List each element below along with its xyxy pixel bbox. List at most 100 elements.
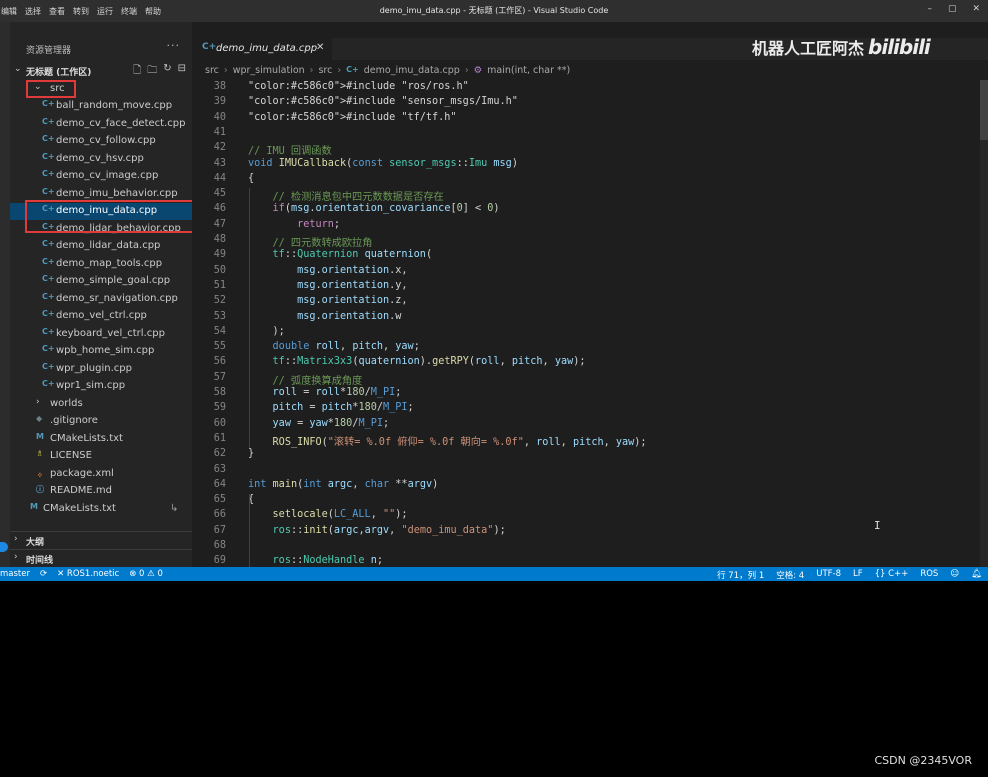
code-line[interactable]: 42 // IMU 回调函数 bbox=[192, 142, 988, 157]
new-folder-icon[interactable]: 🗀 bbox=[147, 63, 157, 80]
code-line[interactable]: 64 int main(int argc, char **argv) bbox=[192, 479, 988, 494]
maximize-icon[interactable]: ▢ bbox=[948, 4, 957, 14]
tree-file[interactable]: C+ demo_cv_image.cpp bbox=[10, 168, 192, 185]
code-text: double roll, pitch, yaw; bbox=[272, 341, 420, 353]
outline-panel-header[interactable]: › 大纲 bbox=[10, 531, 192, 550]
language-mode[interactable]: {} C++ bbox=[875, 569, 909, 581]
line-number: 51 bbox=[213, 279, 226, 291]
code-line[interactable]: 62} bbox=[192, 448, 988, 463]
line-number: 43 bbox=[213, 157, 226, 169]
code-line[interactable]: 38 "color:#c586c0">#include "ros/ros.h" bbox=[192, 81, 988, 96]
tree-file[interactable]: ♗ LICENSE bbox=[10, 448, 192, 465]
breadcrumb-item[interactable]: src bbox=[205, 65, 219, 79]
close-icon[interactable]: ✕ bbox=[972, 4, 980, 14]
code-line[interactable]: 55 double roll, pitch, yaw; bbox=[192, 341, 988, 356]
cursor-position[interactable]: 行 71，列 1 bbox=[717, 569, 764, 581]
tree-file[interactable]: C+ demo_cv_follow.cpp bbox=[10, 133, 192, 150]
close-tab-icon[interactable]: ✕ bbox=[316, 42, 324, 53]
code-line[interactable]: 60 yaw = yaw*180/M_PI; bbox=[192, 418, 988, 433]
tree-file[interactable]: ⓘ README.md bbox=[10, 483, 192, 500]
tree-file[interactable]: C+ demo_vel_ctrl.cpp bbox=[10, 308, 192, 325]
workspace-header[interactable]: ⌄ 无标题 (工作区) 🗋 🗀 ↻ ⊟ bbox=[10, 62, 192, 80]
code-line[interactable]: 54 ); bbox=[192, 326, 988, 341]
code-line[interactable]: 50 msg.orientation.x, bbox=[192, 265, 988, 280]
scrollbar-thumb[interactable] bbox=[980, 80, 988, 140]
tree-file[interactable]: C+ ball_random_move.cpp bbox=[10, 98, 192, 115]
tree-file[interactable]: C+ wpr_plugin.cpp bbox=[10, 361, 192, 378]
code-line[interactable]: 63 bbox=[192, 464, 988, 479]
file-label: demo_cv_image.cpp bbox=[56, 170, 159, 181]
code-line[interactable]: 61 ROS_INFO("滚转= %.0f 俯仰= %.0f 朝向= %.0f"… bbox=[192, 433, 988, 448]
code-line[interactable]: 43 void IMUCallback(const sensor_msgs::Im… bbox=[192, 158, 988, 173]
code-line[interactable]: 66 setlocale(LC_ALL, ""); bbox=[192, 509, 988, 524]
highlight-box-src bbox=[26, 80, 76, 98]
code-line[interactable]: 49 tf::Quaternion quaternion( bbox=[192, 249, 988, 264]
code-line[interactable]: 67 ros::init(argc,argv, "demo_imu_data")… bbox=[192, 525, 988, 540]
code-line[interactable]: 41 bbox=[192, 127, 988, 142]
chevron-right-icon: › bbox=[36, 396, 40, 407]
tree-file[interactable]: C+ wpb_home_sim.cpp bbox=[10, 343, 192, 360]
more-actions-icon[interactable]: ··· bbox=[167, 39, 181, 52]
line-number: 65 bbox=[213, 494, 226, 506]
feedback-icon[interactable]: ☺ bbox=[950, 569, 959, 581]
tree-file[interactable]: ᠅ package.xml bbox=[10, 466, 192, 483]
file-label: wpr_plugin.cpp bbox=[56, 362, 132, 374]
tree-file[interactable]: C+ demo_simple_goal.cpp bbox=[10, 273, 192, 290]
tree-file[interactable]: C+ demo_sr_navigation.cpp bbox=[10, 291, 192, 308]
code-line[interactable]: 45 // 检测消息包中四元数数据是否存在 bbox=[192, 188, 988, 203]
sync-icon[interactable]: ⟳ bbox=[40, 569, 47, 579]
code-line[interactable]: 40 "color:#c586c0">#include "tf/tf.h" bbox=[192, 112, 988, 127]
breadcrumb-item[interactable]: src bbox=[318, 65, 332, 79]
new-file-icon[interactable]: 🗋 bbox=[133, 63, 141, 80]
tab-demo-imu-data[interactable]: C+ demo_imu_data.cpp ✕ bbox=[192, 38, 332, 60]
encoding[interactable]: UTF-8 bbox=[816, 569, 841, 581]
tree-folder-worlds[interactable]: › worlds bbox=[10, 396, 192, 413]
symlink-badge: ↳ bbox=[170, 502, 179, 514]
git-branch[interactable]: master bbox=[0, 569, 30, 579]
tree-file[interactable]: C+ wpr1_sim.cpp bbox=[10, 378, 192, 395]
breadcrumb-item[interactable]: main(int, char **) bbox=[487, 65, 570, 79]
editor-scrollbar[interactable] bbox=[980, 80, 988, 567]
ros-indicator[interactable]: ROS bbox=[920, 569, 938, 581]
tree-file[interactable]: C+ keyboard_vel_ctrl.cpp bbox=[10, 326, 192, 343]
tree-file[interactable]: M CMakeLists.txt ↳ bbox=[10, 501, 192, 518]
code-line[interactable]: 58 roll = roll*180/M_PI; bbox=[192, 387, 988, 402]
code-line[interactable]: 69 ros::NodeHandle n; bbox=[192, 555, 988, 567]
tree-file[interactable]: M CMakeLists.txt bbox=[10, 431, 192, 448]
tree-file[interactable]: C+ demo_cv_face_detect.cpp bbox=[10, 116, 192, 133]
tree-file[interactable]: C+ demo_map_tools.cpp bbox=[10, 256, 192, 273]
code-line[interactable]: 39 "color:#c586c0">#include "sensor_msgs/… bbox=[192, 96, 988, 111]
code-line[interactable]: 52 msg.orientation.z, bbox=[192, 295, 988, 310]
breadcrumb-item[interactable]: wpr_simulation bbox=[233, 65, 305, 79]
bell-icon[interactable]: 🔔︎ bbox=[971, 569, 982, 581]
code-line[interactable]: 51 msg.orientation.y, bbox=[192, 280, 988, 295]
minimize-icon[interactable]: – bbox=[927, 4, 932, 14]
tree-file[interactable]: C+ demo_lidar_data.cpp bbox=[10, 238, 192, 255]
code-line[interactable]: 47 return; bbox=[192, 219, 988, 234]
code-line[interactable]: 48 // 四元数转成欧拉角 bbox=[192, 234, 988, 249]
refresh-icon[interactable]: ↻ bbox=[163, 63, 171, 80]
code-editor[interactable]: 38 "color:#c586c0">#include "ros/ros.h" 39… bbox=[192, 80, 988, 567]
breadcrumb-item[interactable]: demo_imu_data.cpp bbox=[364, 65, 460, 79]
code-line[interactable]: 56 tf::Matrix3x3(quaternion).getRPY(roll… bbox=[192, 356, 988, 371]
code-line[interactable]: 59 pitch = pitch*180/M_PI; bbox=[192, 402, 988, 417]
collapse-all-icon[interactable]: ⊟ bbox=[178, 63, 186, 80]
indentation[interactable]: 空格: 4 bbox=[776, 569, 804, 581]
code-line[interactable]: 46 if(msg.orientation_covariance[0] < 0) bbox=[192, 203, 988, 218]
code-line[interactable]: 65{ bbox=[192, 494, 988, 509]
code-line[interactable]: 57 // 弧度换算成角度 bbox=[192, 372, 988, 387]
line-ending[interactable]: LF bbox=[853, 569, 863, 581]
problems-count[interactable]: ⊗ 0 ⚠ 0 bbox=[129, 569, 163, 579]
timeline-panel-header[interactable]: › 时间线 bbox=[10, 549, 192, 568]
cmake-file-icon: M bbox=[30, 501, 38, 511]
code-line[interactable]: 44 { bbox=[192, 173, 988, 188]
code-line[interactable]: 53 msg.orientation.w bbox=[192, 311, 988, 326]
line-number: 42 bbox=[213, 142, 226, 154]
tree-file[interactable]: ◆ .gitignore bbox=[10, 413, 192, 430]
accounts-icon[interactable] bbox=[0, 542, 8, 552]
code-text: return; bbox=[297, 218, 341, 230]
code-line[interactable]: 68 bbox=[192, 540, 988, 555]
line-number: 63 bbox=[213, 463, 226, 475]
tree-file[interactable]: C+ demo_cv_hsv.cpp bbox=[10, 151, 192, 168]
ros-status[interactable]: ✕ ROS1.noetic bbox=[57, 569, 119, 579]
